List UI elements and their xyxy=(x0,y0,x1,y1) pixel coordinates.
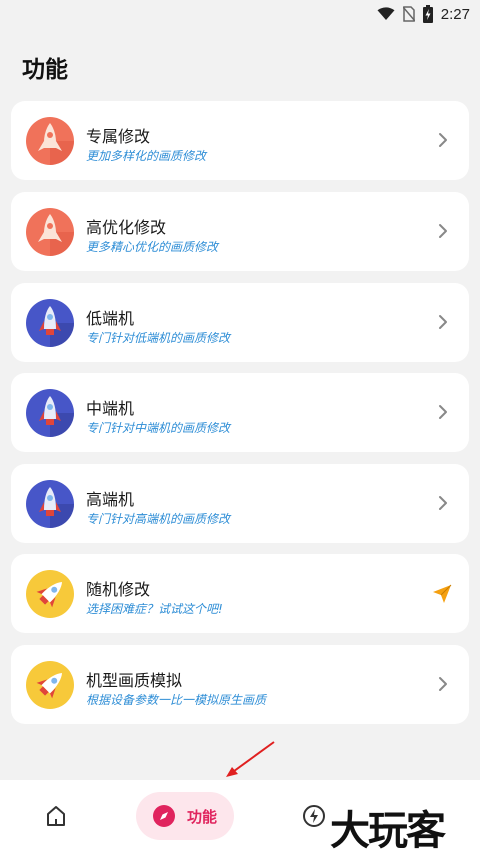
rocket-red-icon xyxy=(26,117,74,165)
card-random-mod[interactable]: 随机修改 选择困难症？试试这个吧! xyxy=(11,554,469,633)
card-exclusive-mod[interactable]: 专属修改 更加多样化的画质修改 xyxy=(11,101,469,180)
card-title: 中端机 xyxy=(86,399,135,418)
nav-tab-features[interactable]: 功能 xyxy=(136,792,234,840)
no-sim-icon xyxy=(402,6,415,22)
card-high-optimization-mod[interactable]: 高优化修改 更多精心优化的画质修改 xyxy=(11,192,469,271)
card-subtitle: 根据设备参数一比一模拟原生画质 xyxy=(86,693,267,707)
home-icon[interactable] xyxy=(44,804,68,828)
chevron-right-icon xyxy=(439,224,447,238)
card-title: 高端机 xyxy=(86,490,135,509)
status-time: 2:27 xyxy=(440,5,470,23)
wifi-icon xyxy=(377,7,395,21)
card-subtitle: 选择困难症？试试这个吧! xyxy=(86,602,223,616)
card-subtitle: 更多精心优化的画质修改 xyxy=(86,240,219,254)
chevron-right-icon xyxy=(439,405,447,419)
card-subtitle: 更加多样化的画质修改 xyxy=(86,149,207,163)
card-title: 高优化修改 xyxy=(86,218,167,237)
card-mid-range-device[interactable]: 中端机 专门针对中端机的画质修改 xyxy=(11,373,469,452)
card-device-quality-simulation[interactable]: 机型画质模拟 根据设备参数一比一模拟原生画质 xyxy=(11,645,469,724)
rocket-blue-icon xyxy=(26,299,74,347)
annotation-arrow xyxy=(226,741,275,777)
compass-icon xyxy=(152,805,175,827)
card-high-end-device[interactable]: 高端机 专门针对高端机的画质修改 xyxy=(11,464,469,543)
bolt-icon[interactable] xyxy=(302,804,326,828)
rocket-blue-icon xyxy=(26,389,74,437)
chevron-right-icon xyxy=(439,133,447,147)
rocket-blue-icon xyxy=(26,480,74,528)
watermark-logo: 大玩客 xyxy=(330,807,446,853)
card-low-end-device[interactable]: 低端机 专门针对低端机的画质修改 xyxy=(11,283,469,362)
battery-charging-icon xyxy=(422,5,433,23)
chevron-right-icon xyxy=(439,496,447,510)
card-subtitle: 专门针对高端机的画质修改 xyxy=(86,512,231,526)
card-title: 随机修改 xyxy=(86,580,151,599)
chevron-right-icon xyxy=(439,677,447,691)
card-subtitle: 专门针对低端机的画质修改 xyxy=(86,331,231,345)
rocket-yellow-icon xyxy=(26,570,74,618)
nav-tab-label: 功能 xyxy=(186,807,217,826)
rocket-yellow-icon xyxy=(26,661,74,709)
card-title: 低端机 xyxy=(86,309,135,328)
page-title: 功能 xyxy=(22,57,68,83)
card-title: 机型画质模拟 xyxy=(86,671,183,690)
rocket-red-icon xyxy=(26,208,74,256)
card-subtitle: 专门针对中端机的画质修改 xyxy=(86,421,231,435)
status-bar: 2:27 xyxy=(0,0,480,28)
send-icon xyxy=(433,584,452,603)
card-title: 专属修改 xyxy=(86,127,151,146)
chevron-right-icon xyxy=(439,315,447,329)
